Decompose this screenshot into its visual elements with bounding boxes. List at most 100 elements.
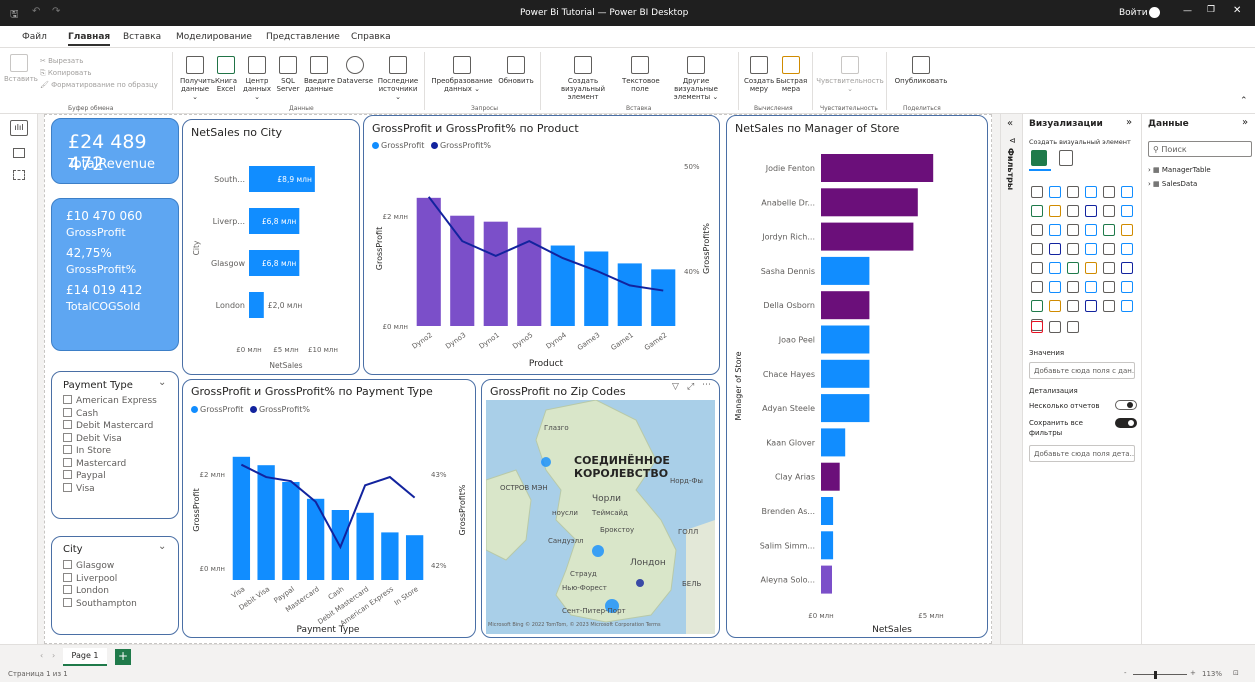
checkbox[interactable] — [63, 420, 72, 429]
transform-button[interactable]: Преобразование данных ⌄ — [430, 56, 494, 93]
undo-icon[interactable]: ↶ — [32, 6, 40, 17]
save-icon[interactable]: 🖫 — [10, 7, 19, 24]
format-section-icon[interactable] — [1031, 321, 1043, 333]
avatar[interactable] — [1149, 7, 1160, 18]
table-item[interactable]: › ▦ ManagerTable — [1148, 166, 1211, 174]
checkbox[interactable] — [63, 395, 72, 404]
map-bubble[interactable] — [541, 457, 551, 467]
visual-type-icon[interactable] — [1103, 262, 1115, 274]
visual-type-icon[interactable] — [1049, 186, 1061, 198]
expand-icon[interactable]: » — [1242, 117, 1248, 128]
collapse-ribbon-icon[interactable]: ⌃ — [1240, 96, 1248, 106]
enter-data-button[interactable]: Введите данные — [304, 56, 335, 93]
close-icon[interactable]: ✕ — [1233, 5, 1241, 16]
build-visual-icon[interactable] — [1031, 150, 1047, 166]
slicer-option[interactable]: London — [63, 585, 137, 598]
netsales-manager-chart[interactable]: NetSales по Manager of Store Jodie Fento… — [726, 115, 988, 638]
cross-report-toggle[interactable] — [1115, 400, 1137, 410]
visual-type-icon[interactable] — [1049, 224, 1061, 236]
sensitivity-button[interactable]: Чувствительность ⌄ — [816, 56, 884, 93]
slicer-option[interactable]: Debit Visa — [63, 432, 157, 446]
zoom-thumb[interactable] — [1154, 671, 1157, 679]
checkbox[interactable] — [63, 445, 72, 454]
cut-button[interactable]: ✂ Вырезать — [40, 55, 158, 67]
paste-button[interactable]: Вставить — [4, 54, 38, 83]
excel-button[interactable]: Книга Excel — [214, 56, 238, 93]
prev-page-icon[interactable]: ‹ — [40, 651, 43, 660]
visual-type-icon[interactable] — [1049, 300, 1061, 312]
format-visual-icon[interactable] — [1059, 150, 1073, 166]
report-canvas[interactable]: £24 489 472 TotalRevenue £10 470 060 Gro… — [44, 114, 992, 644]
visual-type-icon[interactable] — [1085, 186, 1097, 198]
add-page-button[interactable]: + — [115, 649, 131, 665]
visual-type-icon[interactable] — [1031, 205, 1043, 217]
visual-type-icon[interactable] — [1049, 262, 1061, 274]
visual-type-icon[interactable] — [1103, 224, 1115, 236]
checkbox[interactable] — [63, 457, 72, 467]
filters-label[interactable]: Фильтры — [1006, 148, 1015, 190]
visual-type-icon[interactable] — [1121, 205, 1133, 217]
slicer-option[interactable]: Mastercard — [63, 457, 157, 471]
sql-button[interactable]: SQL Server — [276, 56, 300, 93]
report-view-icon[interactable]: ılıl — [10, 120, 28, 136]
tab-home[interactable]: Главная — [68, 32, 111, 46]
format-section-icon[interactable] — [1067, 321, 1079, 333]
visual-type-icon[interactable] — [1103, 300, 1115, 312]
new-measure-button[interactable]: Создать меру — [744, 56, 774, 93]
zoom-in-icon[interactable]: + — [1190, 669, 1196, 677]
data-hub-button[interactable]: Центр данных ⌄ — [242, 56, 272, 101]
drill-well[interactable]: Добавьте сюда поля дета... — [1029, 445, 1135, 462]
slicer-option[interactable]: Visa — [63, 482, 157, 496]
visual-type-icon[interactable] — [1031, 262, 1043, 274]
chevron-down-icon[interactable]: ⌄ — [158, 541, 166, 552]
restore-icon[interactable]: ❐ — [1207, 5, 1215, 15]
get-data-button[interactable]: Получить данные ⌄ — [180, 56, 215, 101]
new-visual-button[interactable]: Создать визуальный элемент — [546, 56, 620, 101]
slicer-option[interactable]: American Express — [63, 395, 157, 408]
checkbox[interactable] — [63, 572, 72, 582]
zip-code-map[interactable]: GrossProfit по Zip Codes ▽ ⤢ ⋯ СОЕДИНЁНН… — [481, 379, 720, 638]
filter-icon[interactable]: ▽ — [672, 382, 679, 392]
chevron-down-icon[interactable]: ⌄ — [158, 377, 166, 388]
next-page-icon[interactable]: › — [52, 651, 55, 660]
visual-type-icon[interactable] — [1103, 205, 1115, 217]
visual-type-icon[interactable] — [1121, 262, 1133, 274]
recent-sources-button[interactable]: Последние источники ⌄ — [376, 56, 420, 101]
visual-type-icon[interactable] — [1103, 281, 1115, 293]
zoom-out-icon[interactable]: - — [1124, 669, 1127, 677]
visual-type-icon[interactable] — [1031, 243, 1043, 255]
visual-type-icon[interactable] — [1085, 262, 1097, 274]
minimize-icon[interactable]: — — [1183, 6, 1192, 16]
table-view-icon[interactable] — [13, 148, 25, 158]
visual-type-icon[interactable] — [1085, 300, 1097, 312]
tab-file[interactable]: Файл — [22, 32, 47, 42]
model-view-icon[interactable] — [13, 170, 25, 180]
visual-type-icon[interactable] — [1049, 243, 1061, 255]
refresh-button[interactable]: Обновить — [498, 56, 534, 85]
visual-type-icon[interactable] — [1031, 186, 1043, 198]
tab-help[interactable]: Справка — [351, 32, 391, 42]
redo-icon[interactable]: ↷ — [52, 6, 60, 17]
visual-type-icon[interactable] — [1085, 243, 1097, 255]
netsales-city-chart[interactable]: NetSales по City South... £8,9 млн Liverp.… — [182, 119, 360, 375]
table-item[interactable]: › ▦ SalesData — [1148, 180, 1197, 188]
slicer-option[interactable]: Southampton — [63, 597, 137, 611]
visual-type-icon[interactable] — [1067, 243, 1079, 255]
format-painter-button[interactable]: 🖌 Форматирование по образцу — [40, 79, 158, 91]
visual-type-icon[interactable] — [1067, 300, 1079, 312]
visual-type-icon[interactable] — [1121, 224, 1133, 236]
visual-type-icon[interactable] — [1031, 224, 1043, 236]
visual-type-icon[interactable] — [1121, 300, 1133, 312]
text-box-button[interactable]: Текстовое поле — [622, 56, 660, 93]
visual-type-icon[interactable] — [1067, 186, 1079, 198]
visual-type-icon[interactable] — [1049, 205, 1061, 217]
slicer-option[interactable]: Cash — [63, 407, 157, 421]
checkbox[interactable] — [63, 597, 72, 607]
visual-type-icon[interactable] — [1049, 281, 1061, 293]
grossprofit-product-chart[interactable]: GrossProfit и GrossProfit% по Product Gr… — [363, 115, 720, 375]
visual-type-icon[interactable] — [1085, 224, 1097, 236]
visual-type-icon[interactable] — [1085, 205, 1097, 217]
quick-measure-button[interactable]: Быстрая мера — [776, 56, 807, 93]
visual-type-icon[interactable] — [1121, 186, 1133, 198]
focus-mode-icon[interactable]: ⤢ — [687, 382, 694, 392]
